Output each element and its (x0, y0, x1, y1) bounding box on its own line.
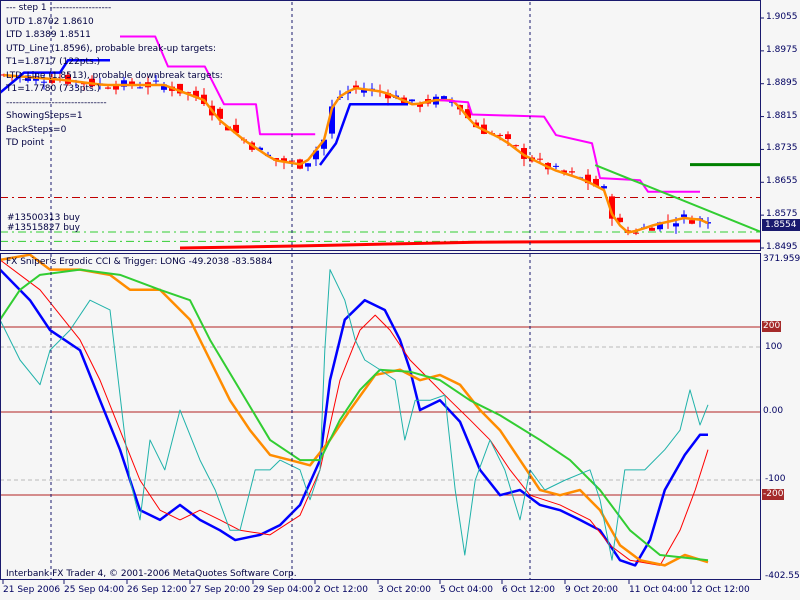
time-axis-label: 29 Sep 04:00 (253, 585, 314, 595)
level-0-label: 0.00 (763, 406, 784, 416)
indicator-axis-top: 371.9599 (763, 254, 800, 264)
time-axis-label: 27 Sep 20:00 (190, 585, 251, 595)
time-axis-label: 12 Oct 12:00 (691, 585, 750, 595)
price-axis-label: 1.9055 (766, 12, 798, 22)
indicator-axis-bottom: -402.557 (765, 571, 800, 581)
indicator-chart[interactable] (0, 253, 760, 567)
info-line: LTD 1.8389 1.8511 (6, 30, 91, 40)
info-line: T1=1.7780 (733pts.) (6, 84, 101, 94)
price-axis-label: 1.8895 (766, 77, 798, 88)
info-line: ShowingSteps=1 (6, 111, 83, 121)
bear-candle (537, 158, 543, 160)
bear-candle (505, 134, 511, 140)
time-axis-label: 3 Oct 20:00 (378, 585, 431, 595)
price-axis-label: 1.8975 (766, 44, 798, 55)
bear-candle (649, 227, 655, 231)
bear-candle (113, 85, 119, 90)
base-line (179, 239, 761, 250)
moving-average-line (3, 73, 709, 234)
price-axis-label: 1.8655 (766, 176, 798, 187)
level-minus100-label: -100 (765, 474, 786, 484)
time-axis-label: 2 Oct 12:00 (315, 585, 368, 595)
copyright-text: Interbank FX Trader 4, © 2001-2006 MetaQ… (6, 569, 297, 579)
bear-candle (105, 87, 111, 89)
main-pane-border (0, 0, 761, 251)
bull-candle (41, 81, 47, 83)
time-axis-label: 21 Sep 2006 (3, 585, 61, 595)
price-axis-label: 1.8495 (766, 241, 798, 252)
bear-candle (569, 171, 575, 173)
bull-candle (673, 223, 679, 227)
chart-canvas[interactable] (0, 0, 800, 600)
order-label-2: #13515827 buy (7, 223, 80, 233)
info-line: TD point (6, 138, 45, 148)
info-line: UTD 1.8702 1.8610 (6, 16, 94, 27)
info-line: ------------------------------- (6, 97, 107, 108)
level-minus200-tag: -200 (762, 489, 785, 500)
price-axis-label: 1.8735 (766, 143, 798, 154)
time-axis-label: 25 Sep 04:00 (64, 585, 125, 595)
current-price-tag: 1.8554 (762, 219, 800, 231)
level-200-tag: 200 (762, 321, 782, 332)
indicator-series-orange (0, 253, 709, 567)
price-chart[interactable] (0, 35, 761, 250)
bull-candle (137, 87, 143, 89)
resistance-line (439, 99, 700, 193)
bear-candle (689, 220, 695, 224)
info-line: T1=1.8717 (122pts.) (6, 57, 101, 67)
time-axis-label: 11 Oct 04:00 (629, 585, 688, 595)
level-100-label: 100 (765, 342, 783, 352)
indicator-title: FX Sniper's Ergodic CCI & Trigger: LONG … (6, 257, 273, 267)
bear-candle (633, 232, 639, 234)
info-line: BackSteps=0 (6, 124, 67, 135)
time-axis-label: 5 Oct 04:00 (440, 585, 493, 595)
bull-candle (553, 165, 559, 167)
bull-candle (681, 214, 687, 217)
info-line: UTD_Line (1.8596), probable break-up tar… (6, 43, 217, 54)
indicator-series-ergodic-cci (0, 268, 708, 567)
time-axis-label: 26 Sep 12:00 (127, 585, 188, 595)
time-axis-label: 9 Oct 20:00 (565, 585, 618, 595)
bull-candle (305, 163, 311, 167)
time-axis-label: 6 Oct 12:00 (502, 585, 555, 595)
bull-candle (409, 99, 415, 102)
info-line: LTD_Line (1.8513), probable downbreak ta… (6, 70, 223, 81)
price-axis-label: 1.8815 (766, 110, 798, 121)
price-axis-label: 1.8575 (766, 209, 798, 220)
info-line: --- step 1 ------------------- (6, 3, 112, 13)
